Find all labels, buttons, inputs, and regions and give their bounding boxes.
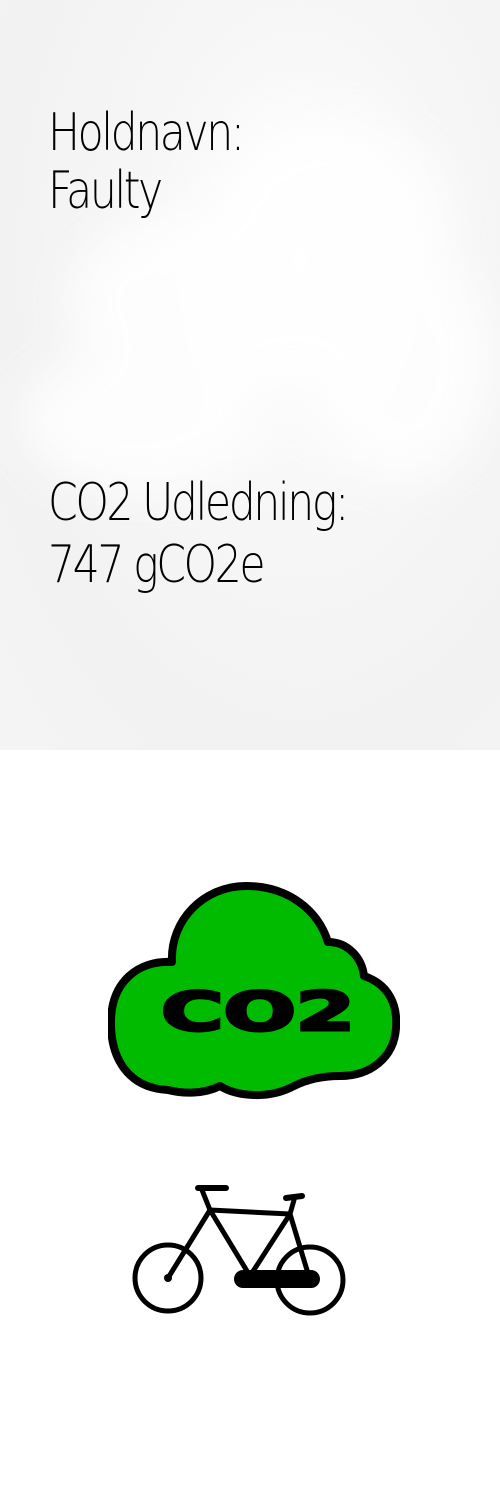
emission-info: CO2 Udledning: 747 gCO2e	[48, 473, 349, 595]
co2-cloud-label: CO2	[161, 980, 355, 1042]
team-name: Faulty	[48, 161, 163, 221]
emission-label: CO2 Udledning:	[48, 473, 349, 533]
bicycle-icon	[132, 1185, 346, 1316]
result-panel: Holdnavn: Faulty CO2 Udledning: 747 gCO2…	[0, 0, 500, 750]
emission-value: 747 gCO2e	[48, 535, 266, 595]
co2-cloud-icon: CO2	[108, 882, 400, 1100]
team-info: Holdnavn: Faulty	[48, 103, 245, 221]
team-label: Holdnavn:	[48, 103, 245, 163]
